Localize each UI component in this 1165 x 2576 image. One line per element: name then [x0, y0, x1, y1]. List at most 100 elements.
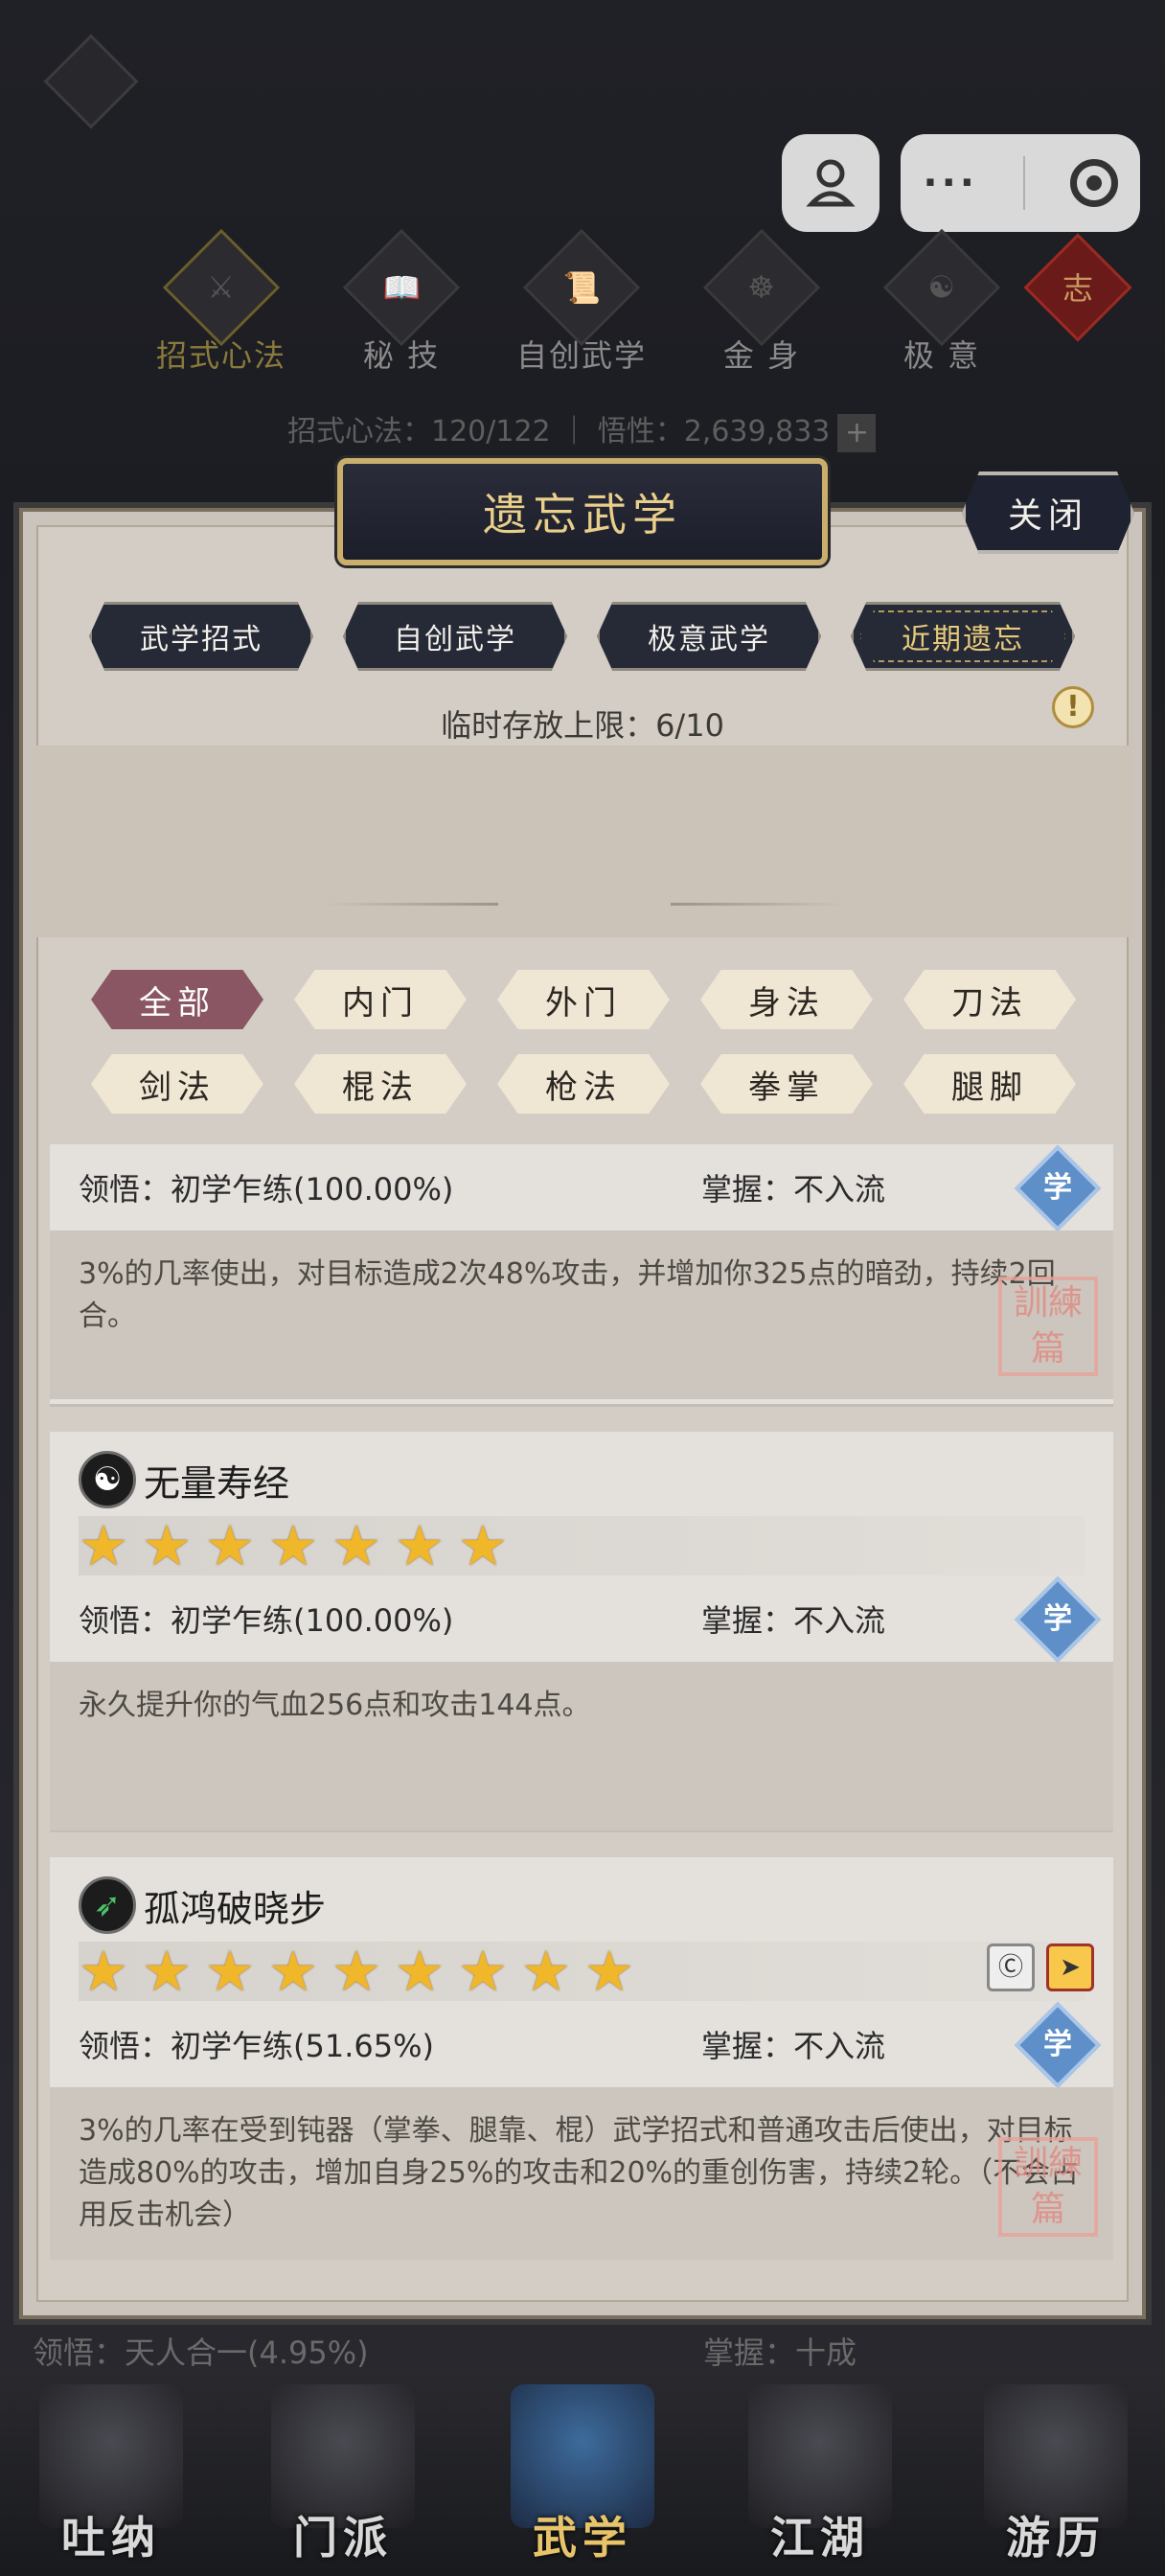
close-miniapp-icon[interactable] — [1069, 159, 1118, 207]
topnav-item-secret[interactable]: 📖 秘 技 — [320, 228, 483, 376]
background-comprehension: 领悟：天人合一(4.95%) — [33, 2334, 369, 2371]
comprehension-text: 领悟：初学乍练(51.65%) — [79, 2028, 434, 2064]
mastery-text: 掌握：不入流 — [701, 1171, 886, 1208]
comprehension-text: 领悟：初学乍练(100.00%) — [79, 1602, 454, 1639]
star-icon: ★ — [268, 1939, 318, 2004]
skill-description: 3%的几率使出，对目标造成2次48%攻击，并增加你325点的暗劲，持续2回合。 … — [50, 1230, 1113, 1399]
description-text: 永久提升你的气血256点和攻击144点。 — [79, 1689, 591, 1722]
bottomnav-travel[interactable]: 游历 — [970, 2384, 1142, 2576]
skill-description: 永久提升你的气血256点和攻击144点。 — [50, 1662, 1113, 1830]
tab-self-created[interactable]: 自创武学 — [343, 602, 567, 671]
panel-title: 遗忘武学 — [483, 489, 682, 540]
skill-card[interactable]: ★ ★ ★ ★ ★ ★ ★ 领悟：初学乍练(100.00%) 掌握：不入流 学 … — [50, 1144, 1113, 1407]
description-text: 3%的几率使出，对目标造成2次48%攻击，并增加你325点的暗劲，持续2回合。 — [79, 1257, 1056, 1333]
skill-list[interactable]: ★ ★ ★ ★ ★ ★ ★ 领悟：初学乍练(100.00%) 掌握：不入流 学 … — [50, 1144, 1113, 2273]
star-icon: ★ — [142, 1513, 192, 1578]
capsule-menu: ··· — [901, 134, 1140, 232]
description-text: 3%的几率在受到钝器（掌拳、腿靠、棍）武学招式和普通攻击后使出，对目标造成80%… — [79, 2114, 1080, 2232]
flying-step-icon: ➶ — [79, 1876, 136, 1934]
bottomnav-label: 游历 — [1006, 2512, 1106, 2564]
meditation-icon: ☸ — [747, 269, 776, 306]
meta-row: 领悟：初学乍练(100.00%) 掌握：不入流 学 — [50, 1144, 1113, 1232]
bottomnav-jianghu[interactable]: 江湖 — [734, 2384, 906, 2576]
bottomnav-label: 吐纳 — [61, 2512, 161, 2564]
bottomnav-label: 门派 — [293, 2512, 393, 2564]
stats-bar: 招式心法：120/122 ｜ 悟性：2,639,833 + — [287, 407, 877, 452]
plus-icon[interactable]: + — [837, 413, 877, 452]
topnav-item-selfcreated[interactable]: 📜 自创武学 — [500, 228, 663, 376]
person-icon — [806, 159, 856, 207]
skill-title: ➶ 孤鸿破晓步 — [79, 1876, 326, 1934]
star-row: ★ ★ ★ ★ ★ ★ ★ — [79, 1516, 1085, 1576]
category-tabs: 武学招式 自创武学 极意武学 近期遗忘 — [0, 602, 1165, 671]
star-icon: ★ — [79, 1939, 128, 2004]
panel-title-plate: 遗忘武学 — [337, 458, 828, 565]
skill-card[interactable]: ☯ 无量寿经 ★ ★ ★ ★ ★ ★ ★ 领悟：初学乍练(100.00%) 掌握… — [50, 1432, 1113, 1832]
star-icon: ★ — [331, 1513, 381, 1578]
bottomnav-breathing[interactable]: 吐纳 — [25, 2384, 197, 2576]
bottomnav-label: 武学 — [533, 2512, 632, 2564]
filter-blade[interactable]: 刀法 — [903, 970, 1076, 1029]
eye-icon[interactable] — [43, 34, 139, 129]
skill-description: 3%的几率在受到钝器（掌拳、腿靠、棍）武学招式和普通攻击后使出，对目标造成80%… — [50, 2087, 1113, 2260]
card-header: ☯ 无量寿经 ★ ★ ★ ★ ★ ★ ★ — [50, 1432, 1113, 1576]
learn-badge-icon[interactable]: 学 — [1014, 1144, 1102, 1232]
skill-name: 无量寿经 — [144, 1461, 290, 1505]
star-icon: ★ — [142, 1939, 192, 2004]
trigger-icon[interactable]: ➤ — [1046, 1944, 1094, 1991]
knot-label: 志 — [1062, 270, 1093, 307]
star-icon: ★ — [205, 1939, 255, 2004]
book-icon: 📖 — [382, 269, 421, 306]
more-icon[interactable]: ··· — [923, 164, 978, 202]
star-icon: ★ — [521, 1939, 571, 2004]
star-row: ★ ★ ★ ★ ★ ★ ★ ★ ★ — [79, 1942, 1085, 2001]
tab-martial-moves[interactable]: 武学招式 — [89, 602, 313, 671]
mastery-text: 掌握：不入流 — [701, 2028, 886, 2064]
close-button[interactable]: 关闭 — [962, 472, 1134, 554]
bottomnav-sect[interactable]: 门派 — [257, 2384, 429, 2576]
star-icon: ★ — [458, 1513, 508, 1578]
counter-attack-icon[interactable]: Ⓒ — [987, 1944, 1035, 1991]
filter-spear[interactable]: 枪法 — [497, 1054, 670, 1114]
learn-badge-icon[interactable]: 学 — [1014, 1576, 1102, 1664]
learn-badge-icon[interactable]: 学 — [1014, 2001, 1102, 2089]
filter-leg[interactable]: 腿脚 — [903, 1054, 1076, 1114]
filter-inner[interactable]: 内门 — [294, 970, 467, 1029]
topnav-item-ultimate[interactable]: ☯ 极 意 — [860, 228, 1023, 376]
bottomnav-martial[interactable]: 武学 — [496, 2384, 669, 2576]
card-header: ➶ 孤鸿破晓步 ★ ★ ★ ★ ★ ★ ★ ★ ★ Ⓒ ➤ — [50, 1857, 1113, 2001]
bottom-nav: 吐纳 门派 武学 江湖 游历 — [0, 2367, 1165, 2576]
comprehension-text: 领悟：初学乍练(100.00%) — [79, 1171, 454, 1208]
tab-ultimate[interactable]: 极意武学 — [597, 602, 821, 671]
filter-outer[interactable]: 外门 — [497, 970, 670, 1029]
app-root: { "capsule": {"more_label": "···"}, "top… — [0, 0, 1165, 2576]
stats-text: 招式心法：120/122 ｜ 悟性：2,639,833 — [287, 415, 831, 448]
divider-left — [326, 903, 498, 906]
empty-area — [33, 746, 1132, 937]
filter-sword[interactable]: 剑法 — [91, 1054, 263, 1114]
seal-stamp: 訓練篇 — [998, 2137, 1098, 2237]
seal-stamp: 訓練篇 — [998, 1276, 1098, 1376]
divider-right — [671, 903, 843, 906]
star-icon: ★ — [395, 1513, 445, 1578]
topnav-item-goldbody[interactable]: ☸ 金 身 — [680, 228, 843, 376]
profile-button[interactable] — [782, 134, 879, 232]
info-icon[interactable]: ! — [1052, 686, 1094, 728]
bottomnav-label: 江湖 — [770, 2512, 870, 2564]
filter-movement[interactable]: 身法 — [700, 970, 873, 1029]
capacity-text: 临时存放上限：6/10 — [441, 707, 724, 744]
filter-staff[interactable]: 棍法 — [294, 1054, 467, 1114]
yin-yang-icon: ☯ — [79, 1451, 136, 1508]
martial-pose-icon: ☯ — [927, 269, 956, 306]
meta-row: 领悟：初学乍练(100.00%) 掌握：不入流 学 — [50, 1576, 1113, 1664]
star-icon: ★ — [331, 1939, 381, 2004]
skill-card[interactable]: ➶ 孤鸿破晓步 ★ ★ ★ ★ ★ ★ ★ ★ ★ Ⓒ ➤ 领悟：初学乍练(51… — [50, 1857, 1113, 2260]
scroll-icon: 📜 — [562, 269, 601, 306]
filter-all[interactable]: 全部 — [91, 970, 263, 1029]
close-label: 关闭 — [1007, 496, 1088, 536]
meta-row: 领悟：初学乍练(51.65%) 掌握：不入流 学 — [50, 2001, 1113, 2089]
tab-recently-forgotten[interactable]: 近期遗忘 — [851, 602, 1075, 671]
filter-fist[interactable]: 拳掌 — [700, 1054, 873, 1114]
star-icon: ★ — [268, 1513, 318, 1578]
topnav-item-moves[interactable]: ⚔ 招式心法 — [140, 228, 303, 376]
